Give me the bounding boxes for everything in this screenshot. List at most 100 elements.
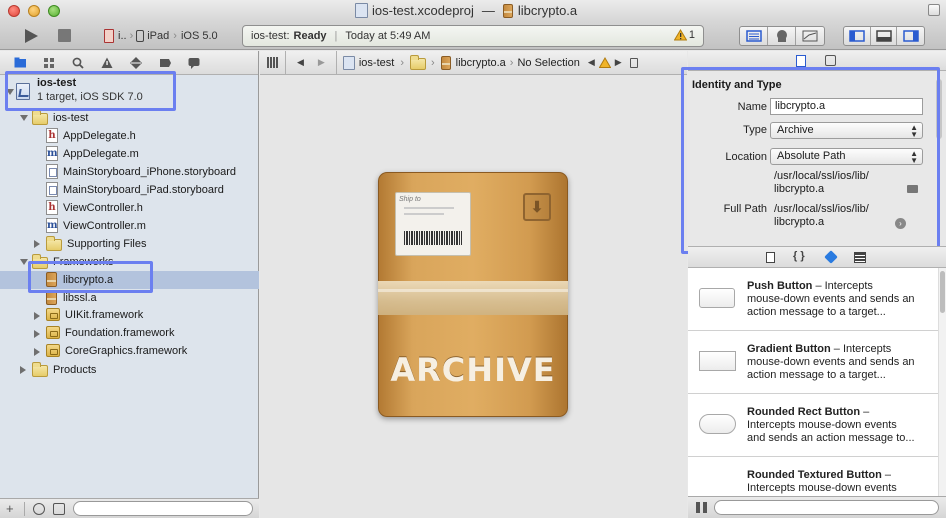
tree-row[interactable]: MainStoryboard_iPhone.storyboard <box>0 163 259 181</box>
related-items-icon[interactable] <box>267 57 279 68</box>
disclosure-open-icon[interactable] <box>20 259 28 265</box>
icon-view-icon[interactable] <box>696 502 707 513</box>
warning-indicator[interactable]: 1 <box>673 29 695 41</box>
activity-time: Today at 5:49 AM <box>345 30 431 42</box>
utilities-toggle-button[interactable] <box>897 27 924 45</box>
scheme-app: i.. <box>118 30 127 42</box>
type-popup[interactable]: Archive ▲ ▼ <box>770 122 923 139</box>
jump-warning-icon[interactable] <box>598 57 611 68</box>
folder-icon[interactable] <box>14 57 26 69</box>
navigator-filter-field[interactable] <box>73 501 253 516</box>
ipad-icon <box>136 30 145 42</box>
library-item[interactable]: Rounded Rect Button – Intercepts mouse-do… <box>688 394 938 457</box>
location-path: /usr/local/ssl/ios/lib/libcrypto.a <box>774 170 869 196</box>
tree-row[interactable]: Products <box>0 361 259 379</box>
issue-navigator-icon[interactable] <box>101 57 113 69</box>
view-toggle-control <box>843 26 925 46</box>
toolbar: i.. › iPad › iOS 5.0 ios-test: Ready | T… <box>0 22 946 50</box>
tree-row-label: AppDelegate.h <box>63 129 136 142</box>
symbol-navigator-icon[interactable] <box>43 57 55 69</box>
tree-row[interactable]: m ViewController.m <box>0 217 259 235</box>
archive-label: ARCHIVE <box>390 351 556 389</box>
debug-navigator-icon[interactable] <box>130 56 142 69</box>
back-arrow-icon[interactable]: ◀ <box>297 57 304 68</box>
tree-row[interactable]: CoreGraphics.framework <box>0 343 259 361</box>
library-item[interactable]: Gradient Button – Intercepts mouse-down e… <box>688 331 938 394</box>
minimize-window-button[interactable] <box>28 5 40 17</box>
tree-row[interactable]: libcrypto.a <box>0 271 259 289</box>
name-label: Name <box>737 101 767 113</box>
tree-row[interactable]: Foundation.framework <box>0 325 259 343</box>
tree-row[interactable]: ios-test <box>0 109 259 127</box>
tree-row[interactable]: h AppDelegate.h <box>0 127 259 145</box>
library-item[interactable]: Push Button – Intercepts mouse-down event… <box>688 268 938 331</box>
tree-row[interactable]: MainStoryboard_iPad.storyboard <box>0 181 259 199</box>
tree-row-label: Foundation.framework <box>65 326 175 339</box>
jump-project[interactable]: ios-test <box>359 57 394 69</box>
header-file-icon: h <box>46 200 58 215</box>
navigator-toggle-button[interactable] <box>844 27 871 45</box>
project-root-row[interactable]: ios-test 1 target, iOS SDK 7.0 <box>0 75 259 109</box>
close-window-button[interactable] <box>8 5 20 17</box>
lock-icon[interactable] <box>629 57 638 68</box>
tree-row[interactable]: Frameworks <box>0 253 259 271</box>
location-popup[interactable]: Absolute Path ▲ ▼ <box>770 148 923 165</box>
inspector-scrollbar[interactable] <box>936 79 942 139</box>
title-bar: ios-test.xcodeproj — libcrypto.a <box>0 0 946 22</box>
name-field[interactable]: libcrypto.a <box>770 98 923 115</box>
tree-row[interactable]: m AppDelegate.m <box>0 145 259 163</box>
tree-row[interactable]: UIKit.framework <box>0 307 259 325</box>
jump-folder-icon[interactable] <box>409 55 426 70</box>
editor-area: Ship to ⬇ ARCHIVE <box>260 75 687 518</box>
disclosure-closed-icon[interactable] <box>20 366 26 374</box>
library-item-description: action message to a target... <box>747 369 886 381</box>
disclosure-closed-icon[interactable] <box>34 330 40 338</box>
zoom-window-button[interactable] <box>48 5 60 17</box>
standard-editor-button[interactable] <box>740 27 768 45</box>
stop-button[interactable] <box>58 29 71 42</box>
log-navigator-icon[interactable] <box>188 57 200 69</box>
inspector-selector-bar <box>688 51 946 71</box>
run-button[interactable] <box>22 27 40 45</box>
prev-issue-icon[interactable]: ◀ <box>588 57 595 68</box>
library-filter-bar <box>688 496 946 518</box>
code-snippet-icon[interactable]: { } <box>793 250 805 262</box>
library-scrollbar-track[interactable] <box>938 268 946 496</box>
fullscreen-icon[interactable] <box>928 4 940 16</box>
disclosure-closed-icon[interactable] <box>34 240 40 248</box>
library-scrollbar-thumb[interactable] <box>940 271 945 313</box>
breakpoint-navigator-icon[interactable] <box>159 57 171 69</box>
recent-files-icon[interactable] <box>33 502 45 515</box>
object-library-icon[interactable] <box>824 250 838 264</box>
file-template-icon[interactable] <box>766 252 775 263</box>
version-editor-button[interactable] <box>796 27 824 45</box>
jump-file[interactable]: libcrypto.a <box>456 57 506 69</box>
reveal-folder-icon[interactable] <box>907 185 918 193</box>
next-issue-icon[interactable]: ▶ <box>615 57 622 68</box>
disclosure-open-icon[interactable] <box>6 89 14 95</box>
location-path-line1: /usr/local/ssl/ios/lib/ <box>774 170 869 182</box>
library-item[interactable]: Rounded Textured Button – Intercepts mous… <box>688 457 938 496</box>
file-inspector-icon[interactable] <box>796 55 806 67</box>
quick-help-icon[interactable] <box>825 55 836 66</box>
library-item-description: and sends an action message to... <box>747 432 915 444</box>
disclosure-closed-icon[interactable] <box>34 348 40 356</box>
popup-arrows-icon: ▲ ▼ <box>910 149 918 165</box>
assistant-editor-button[interactable] <box>768 27 796 45</box>
tree-row[interactable]: libssl.a <box>0 289 259 307</box>
jump-selection[interactable]: No Selection <box>517 57 579 69</box>
add-icon[interactable]: + <box>6 501 16 516</box>
reveal-arrow-icon[interactable]: › <box>895 218 906 229</box>
media-library-icon[interactable] <box>854 252 866 263</box>
scheme-selector[interactable]: i.. › iPad › iOS 5.0 <box>104 27 218 45</box>
search-icon[interactable] <box>72 57 84 69</box>
disclosure-closed-icon[interactable] <box>34 312 40 320</box>
library-item-description: – <box>881 469 892 481</box>
debug-area-toggle-button[interactable] <box>871 27 898 45</box>
disclosure-open-icon[interactable] <box>20 115 28 121</box>
tree-row[interactable]: Supporting Files <box>0 235 259 253</box>
scm-status-icon[interactable] <box>53 502 65 515</box>
library-filter-field[interactable] <box>714 500 939 515</box>
forward-arrow-icon[interactable]: ▶ <box>318 57 325 68</box>
tree-row[interactable]: h ViewController.h <box>0 199 259 217</box>
